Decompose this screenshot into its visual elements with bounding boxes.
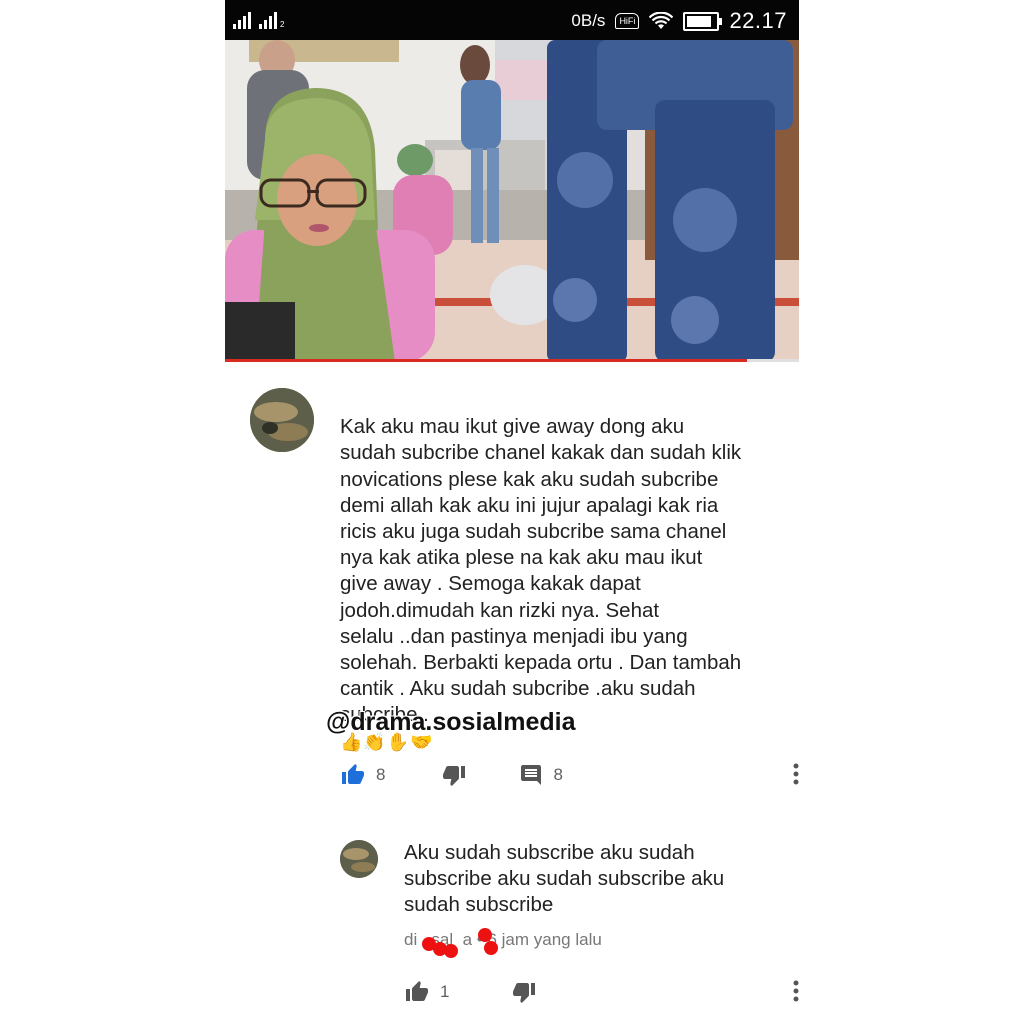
redaction-mark: [484, 941, 498, 955]
avatar-image: [250, 388, 314, 452]
thumbs-up-icon: [406, 981, 428, 1001]
reply-avatar[interactable]: [340, 840, 378, 878]
thumbs-down-icon: [443, 766, 466, 786]
redaction-mark: [444, 944, 458, 958]
reply-more-options-button[interactable]: [792, 979, 799, 1003]
comment-actions: 8 8: [340, 760, 799, 790]
wifi-icon: [649, 12, 674, 29]
signal-icon-sim2: 2: [259, 9, 284, 29]
thumbs-down-icon: [513, 983, 536, 1003]
commenter-avatar[interactable]: [250, 388, 314, 452]
signal-indicators: 2: [233, 9, 284, 29]
hifi-icon: HiFi: [615, 13, 640, 29]
redaction-mark: [478, 928, 492, 942]
sim2-label: 2: [280, 20, 285, 29]
more-vert-icon: [793, 980, 799, 1002]
network-speed: 0B/s: [571, 11, 606, 30]
video-progress-fill: [225, 359, 748, 362]
comment-icon: [521, 765, 542, 785]
reply-actions: 1: [404, 977, 799, 1007]
like-count: 8: [376, 765, 386, 784]
reply-count: 8: [553, 765, 563, 784]
status-right: 0B/s HiFi 22.17: [571, 8, 787, 34]
watermark: @drama.sosialmedia: [326, 708, 576, 736]
like-button[interactable]: 8: [340, 763, 385, 787]
reply-dislike-button[interactable]: [511, 980, 537, 1004]
video-frame: [225, 40, 799, 362]
reply-avatar-image: [340, 840, 378, 878]
video-progress-bar[interactable]: [225, 359, 799, 362]
reply-text: Aku sudah subscribe aku sudah subscribe …: [404, 841, 725, 917]
reply-like-count: 1: [440, 982, 450, 1001]
phone-screen: 2 0B/s HiFi 22.17 Kak aku mau ikut give …: [225, 0, 799, 1024]
video-player[interactable]: [225, 40, 799, 362]
thumbs-up-icon: [342, 764, 364, 784]
more-vert-icon: [793, 763, 799, 785]
status-bar: 2 0B/s HiFi 22.17: [225, 0, 799, 40]
more-options-button[interactable]: [792, 762, 799, 786]
comment-body: Kak aku mau ikut give away dong aku suda…: [340, 388, 790, 755]
battery-icon: [683, 11, 723, 31]
reply-button[interactable]: 8: [519, 763, 563, 787]
signal-icon-sim1: [233, 9, 251, 29]
dislike-button[interactable]: [441, 763, 467, 787]
reply-like-button[interactable]: 1: [404, 980, 449, 1004]
comment-text: Kak aku mau ikut give away dong aku suda…: [340, 415, 742, 727]
status-time: 22.17: [729, 8, 787, 33]
